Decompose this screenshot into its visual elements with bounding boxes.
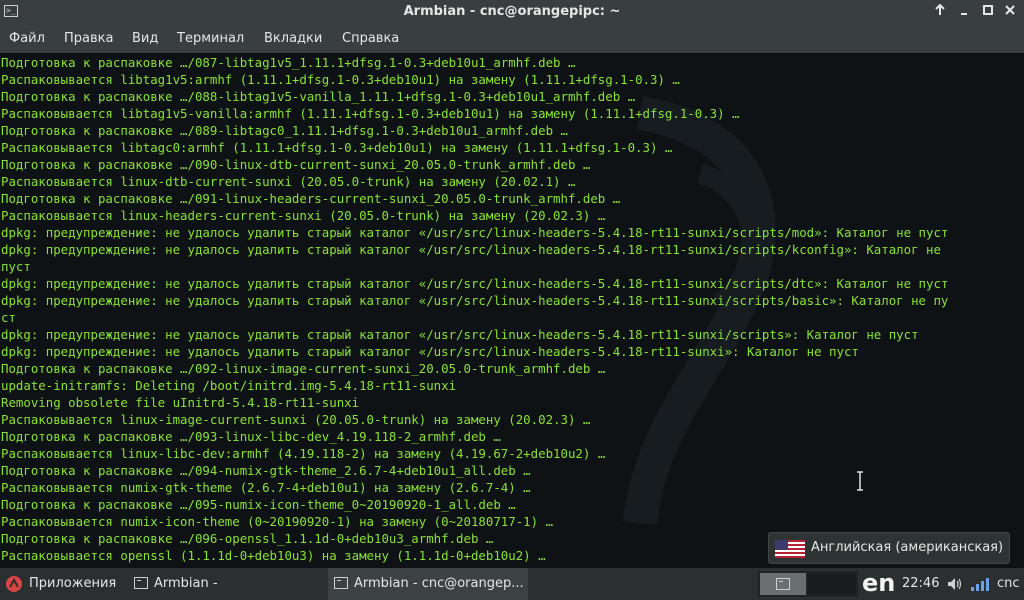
maximize-icon[interactable] [978,3,998,23]
clock[interactable]: 22:46 [902,576,939,591]
terminal-icon [776,578,790,590]
terminal-line: Подготовка к распаковке …/090-linux-dtb-… [1,157,591,172]
terminal-line: dpkg: предупреждение: не удалось удалить… [1,276,949,291]
terminal-line: Распаковывается numix-gtk-theme (2.6.7-4… [1,480,531,495]
applications-menu-button[interactable]: Приложения [0,568,122,600]
terminal-line: Подготовка к распаковке …/095-numix-icon… [1,497,516,512]
terminal-line: Подготовка к распаковке …/087-libtag1v5_… [1,55,576,70]
layout-notification: Английская (американская) [768,532,1010,564]
terminal-line: Подготовка к распаковке …/093-linux-libc… [1,429,501,444]
workspace-pager[interactable] [758,571,858,597]
terminal-line: Распаковывается linux-headers-current-su… [1,208,606,223]
terminal-line: update-initramfs: Deleting /boot/initrd.… [1,378,457,393]
terminal-line: Подготовка к распаковке …/091-linux-head… [1,191,621,206]
minimize-icon[interactable] [954,3,974,23]
terminal-line: dpkg: предупреждение: не удалось удалить… [1,293,949,308]
task-button-armbian-2[interactable]: Armbian - cnc@orangep... [328,568,528,600]
terminal-line: Подготовка к распаковке …/092-linux-imag… [1,361,606,376]
us-flag-icon [775,540,805,558]
task-button-armbian-1[interactable]: Armbian - [126,568,324,600]
terminal-line: dpkg: предупреждение: не удалось удалить… [1,225,949,240]
task-label: Armbian - cnc@orangep... [354,576,524,591]
window-title: Armbian - cnc@orangepipc: ~ [403,4,621,19]
user-name[interactable]: cnc [997,576,1020,591]
terminal-output[interactable]: Подготовка к распаковке …/087-libtag1v5_… [0,53,1024,568]
text-cursor-icon [857,471,863,491]
menu-help[interactable]: Справка [342,31,399,46]
task-label: Armbian - [154,576,218,591]
terminal-line: ст [1,310,16,325]
terminal-lines: Подготовка к распаковке …/087-libtag1v5_… [1,54,1021,564]
terminal-line: Подготовка к распаковке …/089-libtagc0_1… [1,123,568,138]
title-bar[interactable]: >_ Armbian - cnc@orangepipc: ~ [0,0,1024,26]
keyboard-layout-indicator[interactable]: en [862,569,895,597]
terminal-line: Подготовка к распаковке …/094-numix-gtk-… [1,463,531,478]
terminal-line: dpkg: предупреждение: не удалось удалить… [1,327,919,342]
terminal-line: Распаковывается libtag1v5-vanilla:armhf … [1,106,740,121]
network-signal-icon[interactable] [970,576,990,592]
terminal-line: Распаковывается linux-libc-dev:armhf (4.… [1,446,606,461]
terminal-icon [334,577,348,589]
taskbar: Приложения Armbian - Armbian - cnc@orang… [0,568,1024,600]
menu-terminal[interactable]: Терминал [177,31,244,46]
terminal-line: Распаковывается linux-image-current-sunx… [1,412,591,427]
menu-tabs[interactable]: Вкладки [264,31,322,46]
menu-view[interactable]: Вид [132,31,158,46]
terminal-line: Removing obsolete file uInitrd-5.4.18-rt… [1,395,360,410]
terminal-line: dpkg: предупреждение: не удалось удалить… [1,242,941,257]
close-icon[interactable] [1000,3,1020,23]
applications-label: Приложения [29,576,117,591]
terminal-line: dpkg: предупреждение: не удалось удалить… [1,344,859,359]
terminal-line: Распаковывается linux-dtb-current-sunxi … [1,174,576,189]
terminal-line: Распаковывается libtag1v5:armhf (1.11.1+… [1,72,680,87]
terminal-line: Распаковывается libtagc0:armhf (1.11.1+d… [1,140,673,155]
terminal-line: Распаковывается numix-icon-theme (0~2019… [1,514,554,529]
terminal-line: пуст [1,259,31,274]
terminal-icon [134,577,148,589]
armbian-logo-icon [6,576,22,592]
volume-icon[interactable] [947,577,963,591]
menu-edit[interactable]: Правка [64,31,113,46]
menu-file[interactable]: Файл [9,31,45,46]
up-arrow-icon[interactable] [930,3,950,23]
terminal-line: Подготовка к распаковке …/088-libtag1v5-… [1,89,636,104]
workspace-2[interactable] [808,573,856,595]
menu-bar: Файл Правка Вид Терминал Вкладки Справка [0,26,1024,53]
notification-text: Английская (американская) [811,540,1004,555]
workspace-1[interactable] [760,573,806,595]
